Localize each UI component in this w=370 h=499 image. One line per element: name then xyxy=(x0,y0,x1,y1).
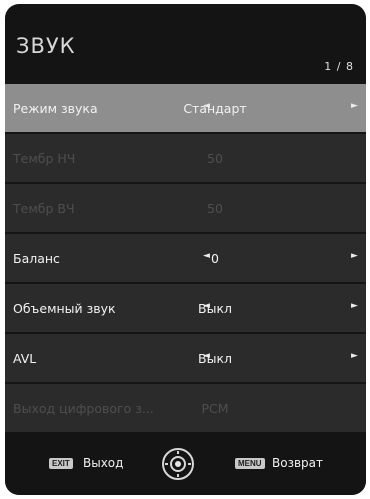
menu-item-value: Стандарт xyxy=(183,101,247,116)
menu-item-label: Объемный звук xyxy=(13,301,116,316)
menu-footer: EXIT Выход MENU Возврат xyxy=(5,434,366,495)
exit-key-badge: EXIT xyxy=(49,458,73,469)
menu-key-badge: MENU xyxy=(235,458,265,469)
right-arrow-icon[interactable]: ► xyxy=(351,101,358,111)
menu-item-label: Тембр НЧ xyxy=(13,151,76,166)
menu-item-label: Тембр ВЧ xyxy=(13,201,75,216)
menu-title: ЗВУК xyxy=(16,34,76,58)
navigation-pad-up-tick xyxy=(177,451,179,454)
page-indicator: 1 / 8 xyxy=(324,60,354,73)
menu-list: Режим звука ◄ Стандарт ► Тембр НЧ 50 Тем… xyxy=(5,82,366,432)
menu-item-value: 0 xyxy=(211,251,219,266)
menu-item-label: Режим звука xyxy=(13,101,98,116)
navigation-pad-left-tick xyxy=(165,463,168,465)
menu-item-value: PCM xyxy=(201,401,229,416)
menu-item-sound-mode[interactable]: Режим звука ◄ Стандарт ► xyxy=(5,82,366,132)
navigation-pad-icon xyxy=(162,448,194,480)
menu-item-value: 50 xyxy=(207,201,223,216)
menu-header: ЗВУК 1 / 8 xyxy=(5,4,366,82)
navigation-pad-center xyxy=(175,461,181,467)
navigation-pad-down-tick xyxy=(177,474,179,477)
menu-item-label: AVL xyxy=(13,351,37,366)
right-arrow-icon[interactable]: ► xyxy=(351,301,358,311)
menu-item-value: Выкл xyxy=(198,351,232,366)
menu-item-surround[interactable]: Объемный звук ◄ Выкл ► xyxy=(5,282,366,332)
menu-item-balance[interactable]: Баланс ◄ 0 ► xyxy=(5,232,366,282)
menu-item-avl[interactable]: AVL ◄ Выкл ► xyxy=(5,332,366,382)
menu-item-value: Выкл xyxy=(198,301,232,316)
right-arrow-icon[interactable]: ► xyxy=(351,251,358,261)
menu-hint-label: Возврат xyxy=(272,456,323,470)
navigation-pad-right-tick xyxy=(188,463,191,465)
menu-item-bass: Тембр НЧ 50 xyxy=(5,132,366,182)
right-arrow-icon[interactable]: ► xyxy=(351,351,358,361)
menu-item-label: Выход цифрового з... xyxy=(13,401,154,416)
menu-item-treble: Тембр ВЧ 50 xyxy=(5,182,366,232)
menu-item-label: Баланс xyxy=(13,251,60,266)
exit-hint-label: Выход xyxy=(83,456,124,470)
sound-menu-panel: ЗВУК 1 / 8 Режим звука ◄ Стандарт ► Темб… xyxy=(5,4,366,495)
menu-item-value: 50 xyxy=(207,151,223,166)
menu-item-digital-output: Выход цифрового з... PCM xyxy=(5,382,366,432)
